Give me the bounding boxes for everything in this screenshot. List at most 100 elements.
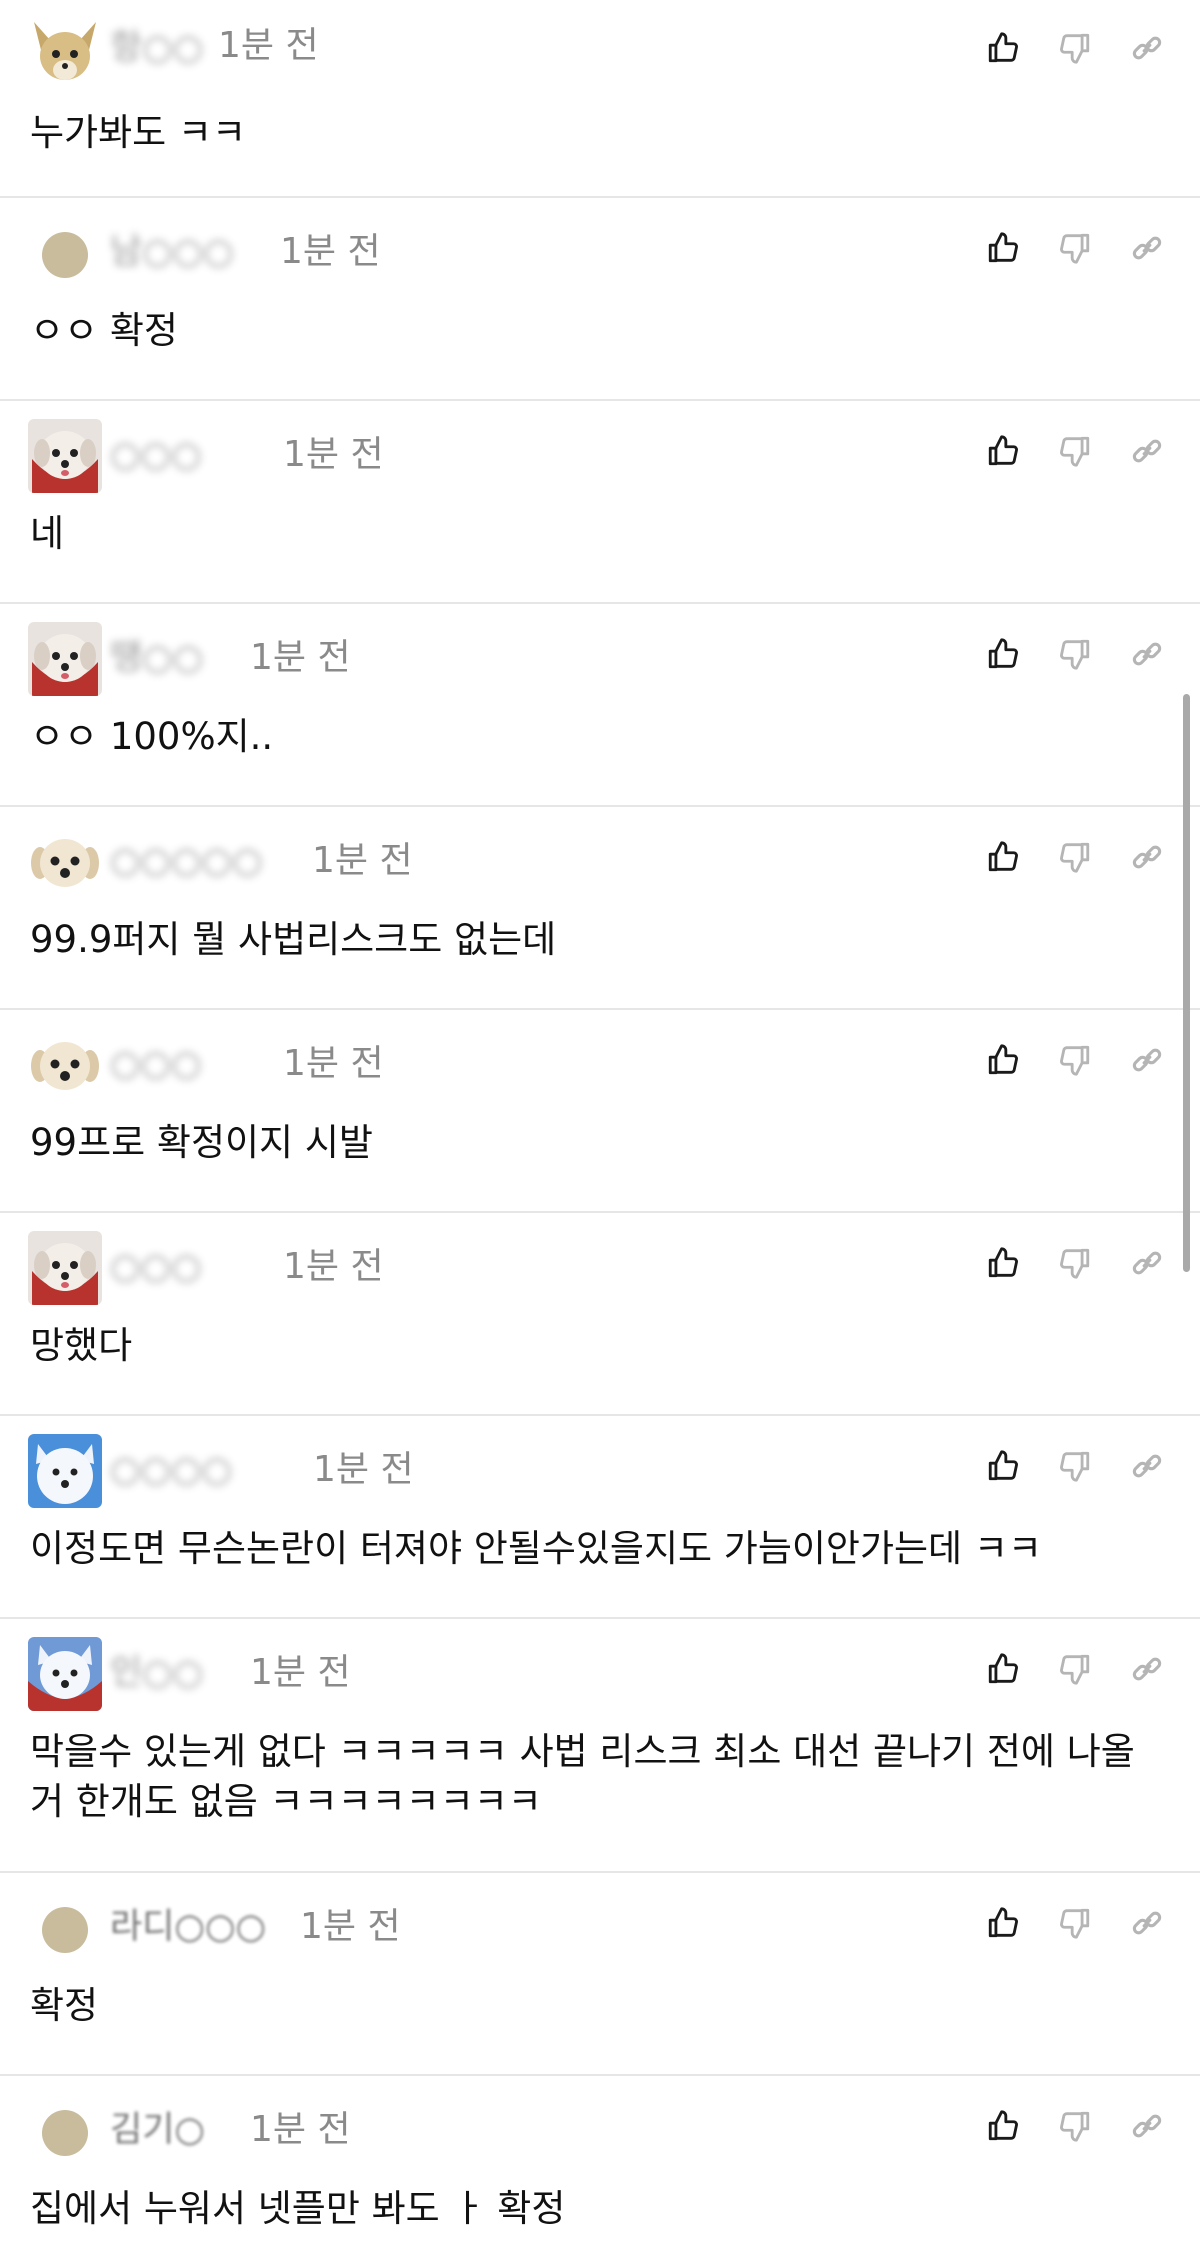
dislike-button[interactable] [1052, 1442, 1098, 1490]
share-link-button[interactable] [1124, 224, 1170, 272]
dislike-button[interactable] [1052, 1036, 1098, 1084]
like-button[interactable] [980, 2102, 1026, 2150]
thumbs-up-icon [988, 435, 1018, 466]
share-link-button[interactable] [1124, 1442, 1170, 1490]
dislike-button[interactable] [1052, 2102, 1098, 2150]
dislike-button[interactable] [1052, 833, 1098, 881]
comment-nickname[interactable]: 인○○ [110, 1649, 203, 1697]
comment-time: 1분 전 [218, 25, 319, 66]
dislike-button[interactable] [1052, 24, 1098, 72]
dislike-button[interactable] [1052, 1899, 1098, 1947]
comment-time: 1분 전 [283, 1246, 384, 1287]
comment-text: 집에서 누워서 넷플만 봐도 ㅏ 확정 [30, 2187, 566, 2230]
comment-text: 99.9퍼지 뭘 사법리스크도 없는데 [30, 918, 557, 961]
like-button[interactable] [980, 1036, 1026, 1084]
comment-text: ㅇㅇ 100%지.. [30, 715, 274, 758]
share-link-button[interactable] [1124, 1645, 1170, 1693]
comment-nickname[interactable]: ○○○ [110, 1243, 202, 1291]
dislike-button[interactable] [1052, 224, 1098, 272]
comment-text: 네 [30, 512, 65, 555]
default-avatar[interactable] [42, 2110, 88, 2156]
dislike-button[interactable] [1052, 1239, 1098, 1287]
share-link-button[interactable] [1124, 1239, 1170, 1287]
comment-actions [980, 224, 1170, 272]
like-button[interactable] [980, 1899, 1026, 1947]
like-button[interactable] [980, 630, 1026, 678]
link-icon [1132, 36, 1162, 60]
comment-time: 1분 전 [313, 1449, 414, 1490]
samoyed-red-avatar[interactable] [28, 1637, 102, 1711]
puppy-avatar[interactable] [28, 419, 102, 493]
comment-time: 1분 전 [250, 2109, 351, 2150]
like-button[interactable] [980, 224, 1026, 272]
thumbs-up-icon [988, 841, 1018, 872]
comment-nickname[interactable]: ○○○ [110, 1040, 202, 1088]
thumbs-down-icon [1060, 1248, 1090, 1279]
comment-nickname[interactable]: ○○○○○ [110, 837, 263, 885]
samoyed-avatar[interactable] [28, 1434, 102, 1508]
comment-actions [980, 24, 1170, 72]
thumbs-up-icon [988, 638, 1018, 669]
comment-text: ㅇㅇ 확정 [30, 309, 178, 352]
comment-item: 남○○○ 1분 전 ㅇㅇ 확정 [0, 198, 1200, 401]
comment-text: 누가봐도 ㅋㅋ [30, 111, 247, 154]
share-link-button[interactable] [1124, 2102, 1170, 2150]
link-icon [1132, 236, 1162, 260]
share-link-button[interactable] [1124, 427, 1170, 475]
share-link-button[interactable] [1124, 24, 1170, 72]
comment-actions [980, 1036, 1170, 1084]
comment-actions [980, 1899, 1170, 1947]
thumbs-down-icon [1060, 1908, 1090, 1939]
dislike-button[interactable] [1052, 1645, 1098, 1693]
link-icon [1132, 2114, 1162, 2138]
comment-text: 99프로 확정이지 시발 [30, 1121, 373, 1164]
thumbs-down-icon [1060, 1451, 1090, 1482]
puppy-avatar[interactable] [28, 622, 102, 696]
comment-time: 1분 전 [280, 231, 381, 272]
thumbs-up-icon [988, 32, 1018, 63]
puppy-avatar[interactable] [28, 1231, 102, 1305]
like-button[interactable] [980, 427, 1026, 475]
thumbs-up-icon [988, 1044, 1018, 1075]
thumbs-up-icon [988, 1653, 1018, 1684]
comment-nickname[interactable]: 김기○ [110, 2106, 205, 2154]
chihuahua-avatar[interactable] [28, 14, 102, 88]
comment-nickname[interactable]: ○○○○ [110, 1446, 232, 1494]
default-avatar[interactable] [42, 232, 88, 278]
link-icon [1132, 845, 1162, 869]
comment-nickname[interactable]: ○○○ [110, 431, 202, 479]
share-link-button[interactable] [1124, 1899, 1170, 1947]
scrollbar-thumb[interactable] [1183, 694, 1190, 1272]
white-puppy-avatar[interactable] [28, 825, 102, 899]
comment-item: 항○○ 1분 전 누가봐도 ㅋㅋ [0, 0, 1200, 198]
like-button[interactable] [980, 833, 1026, 881]
comment-item: ○○○○○ 1분 전 99.9퍼지 뭘 사법리스크도 없는데 [0, 807, 1200, 1010]
like-button[interactable] [980, 24, 1026, 72]
thumbs-down-icon [1060, 842, 1090, 873]
thumbs-down-icon [1060, 1045, 1090, 1076]
comment-nickname[interactable]: 항○○ [110, 24, 203, 72]
comment-time: 1분 전 [250, 637, 351, 678]
comment-nickname[interactable]: 땡○○ [110, 634, 203, 682]
link-icon [1132, 1048, 1162, 1072]
comment-actions [980, 630, 1170, 678]
like-button[interactable] [980, 1645, 1026, 1693]
white-puppy-avatar[interactable] [28, 1028, 102, 1102]
like-button[interactable] [980, 1442, 1026, 1490]
share-link-button[interactable] [1124, 630, 1170, 678]
thumbs-up-icon [988, 1247, 1018, 1278]
comment-item: 땡○○ 1분 전 ㅇㅇ 100%지.. [0, 604, 1200, 807]
thumbs-down-icon [1060, 33, 1090, 64]
share-link-button[interactable] [1124, 1036, 1170, 1084]
comment-text: 막을수 있는게 없다 ㅋㅋㅋㅋㅋ 사법 리스크 최소 대선 끝나기 전에 나올 … [30, 1730, 1135, 1823]
comment-nickname[interactable]: 남○○○ [110, 228, 234, 276]
like-button[interactable] [980, 1239, 1026, 1287]
comment-time: 1분 전 [250, 1652, 351, 1693]
dislike-button[interactable] [1052, 427, 1098, 475]
comment-nickname[interactable]: 라디○○○ [110, 1903, 266, 1951]
link-icon [1132, 642, 1162, 666]
dislike-button[interactable] [1052, 630, 1098, 678]
share-link-button[interactable] [1124, 833, 1170, 881]
default-avatar[interactable] [42, 1907, 88, 1953]
thumbs-up-icon [988, 1450, 1018, 1481]
